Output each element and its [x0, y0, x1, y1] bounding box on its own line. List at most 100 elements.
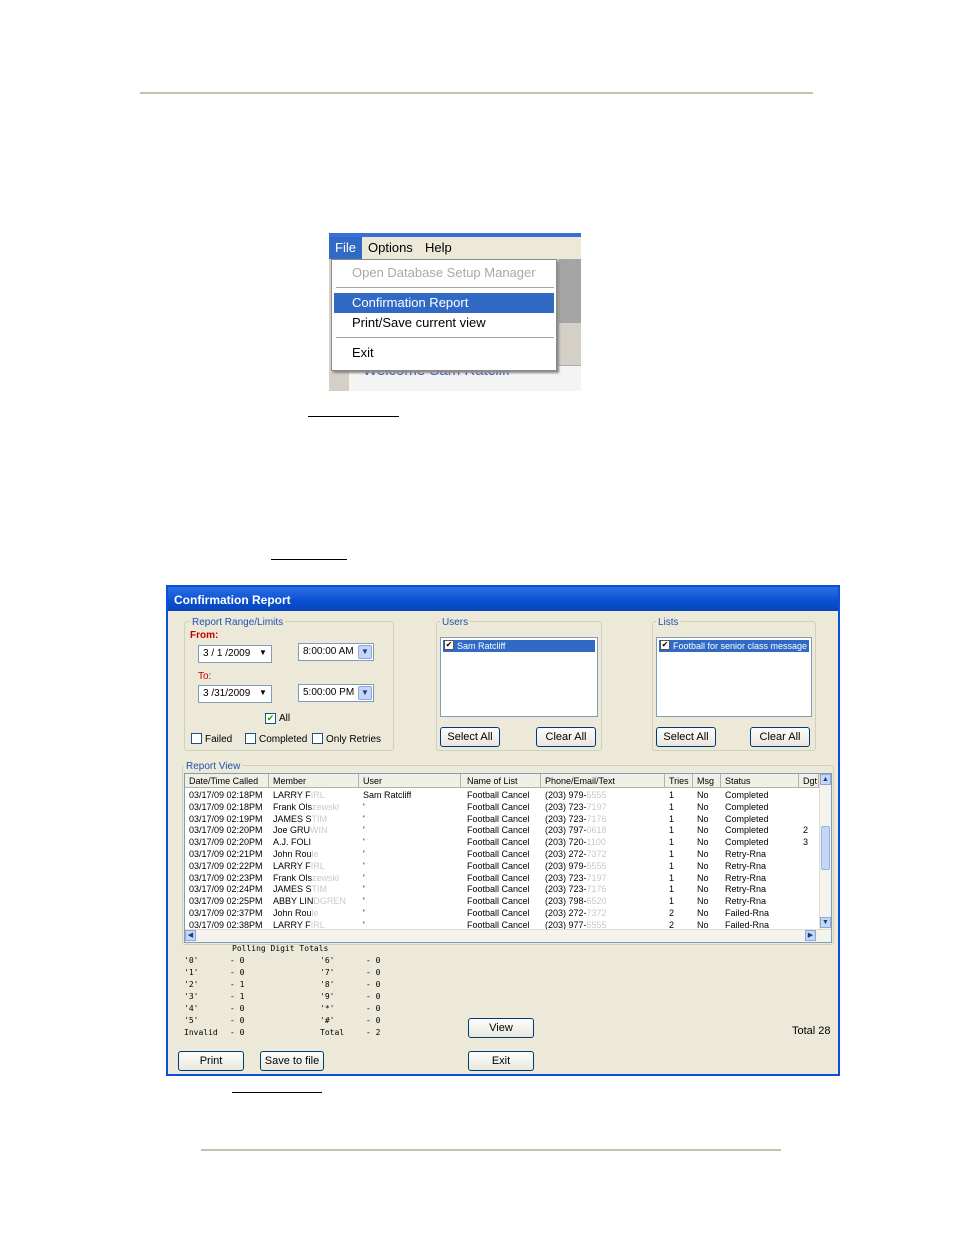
table-cell: Retry-Rna — [725, 895, 766, 907]
column-header[interactable]: Date/Time Called — [185, 774, 269, 788]
table-row[interactable]: 03/17/09 02:22PM LARRY FIRL ' Football Canc… — [185, 860, 819, 872]
menu-item-confirmation-report[interactable]: Confirmation Report — [334, 293, 554, 313]
cell-text: (203) 723- — [545, 872, 587, 883]
cell-text: 1 — [669, 872, 675, 883]
all-checkbox[interactable]: ✔ — [265, 713, 276, 724]
polling-digit-count: - 0 — [230, 1016, 245, 1025]
column-header[interactable]: Phone/Email/Text — [541, 774, 665, 788]
table-row[interactable]: 03/17/09 02:24PM JAMES STIM ' Football Canc… — [185, 883, 819, 895]
users-label: Users — [440, 617, 471, 629]
cell-text-obscured: 7372 — [586, 908, 607, 918]
column-header[interactable]: Dgt — [799, 774, 819, 788]
lists-listbox[interactable]: ✔ Football for senior class message — [656, 637, 812, 717]
dropdown-arrow-icon[interactable]: ▼ — [256, 647, 270, 661]
users-select-all-button[interactable]: Select All — [440, 727, 500, 747]
table-row[interactable]: 03/17/09 02:18PM LARRY FIRL Sam Ratcliff Fo… — [185, 789, 819, 801]
completed-checkbox[interactable] — [245, 733, 256, 744]
dropdown-arrow-icon[interactable]: ▼ — [256, 687, 270, 701]
polling-digit-key: '6' — [320, 956, 335, 965]
cell-text: 2 — [669, 908, 675, 918]
list-list-item[interactable]: ✔ Football for senior class message — [659, 640, 809, 652]
to-time-picker[interactable]: 5:00:00 PM ▼ — [298, 684, 374, 702]
vertical-scrollbar[interactable]: ▲ ▼ — [819, 774, 831, 930]
print-button[interactable]: Print — [178, 1051, 244, 1071]
table-row[interactable]: 03/17/09 02:20PM Joe GRUWIN ' Football Canc… — [185, 824, 819, 836]
menu-item-print-save-current-view[interactable]: Print/Save current view — [334, 313, 554, 333]
dropdown-arrow-icon[interactable]: ▼ — [358, 686, 372, 700]
table-cell: 03/17/09 02:37PM — [189, 907, 263, 919]
failed-checkbox[interactable] — [191, 733, 202, 744]
column-header[interactable]: Status — [721, 774, 799, 788]
table-row[interactable]: 03/17/09 02:18PM Frank Olszewski ' Football… — [185, 801, 819, 813]
view-button[interactable]: View — [468, 1018, 534, 1038]
list-item-checkbox[interactable]: ✔ — [660, 640, 670, 650]
to-date-picker[interactable]: 3 /31/2009 ▼ — [198, 685, 272, 703]
cell-text: ABBY LIN — [273, 896, 314, 907]
table-cell: (203) 797-0618 — [545, 824, 607, 836]
menu-options[interactable]: Options — [362, 237, 419, 259]
only-retries-checkbox[interactable] — [312, 733, 323, 744]
polling-digit-count: - 0 — [366, 968, 381, 977]
from-time-value: 8:00:00 AM — [303, 646, 354, 657]
column-header[interactable]: User — [359, 774, 461, 788]
menu-separator — [336, 337, 554, 338]
caption-underline — [232, 1092, 322, 1093]
report-grid[interactable]: Date/Time Called Member User Name of Lis… — [184, 773, 832, 943]
menu-bar: File Options Help — [329, 237, 581, 259]
save-to-file-button[interactable]: Save to file — [260, 1051, 324, 1071]
from-time-picker[interactable]: 8:00:00 AM ▼ — [298, 643, 374, 661]
scroll-left-icon[interactable]: ◀ — [185, 930, 196, 941]
user-list-item[interactable]: ✔ Sam Ratcliff — [443, 640, 595, 652]
cell-text-obscured: 7197 — [586, 872, 607, 883]
lists-select-all-button[interactable]: Select All — [656, 727, 716, 747]
table-cell: Completed — [725, 813, 769, 825]
table-row[interactable]: 03/17/09 02:21PM John Roule ' Football Canc… — [185, 848, 819, 860]
polling-digit-count: - 0 — [230, 1004, 245, 1013]
table-cell: (203) 723-7176 — [545, 813, 607, 825]
table-row[interactable]: 03/17/09 02:37PM John Roule ' Football Canc… — [185, 907, 819, 919]
cell-text-obscured: TIM — [311, 884, 328, 895]
lists-clear-all-button[interactable]: Clear All — [750, 727, 810, 747]
polling-digit-totals-title: Polling Digit Totals — [232, 944, 329, 953]
table-cell: No — [697, 883, 709, 895]
column-header[interactable]: Tries — [665, 774, 693, 788]
table-cell: 1 — [669, 895, 674, 907]
cell-text: No — [697, 872, 709, 883]
table-cell: Football Cancel — [467, 801, 530, 813]
horizontal-scrollbar[interactable]: ◀ ▶ — [185, 929, 831, 942]
user-item-checkbox[interactable]: ✔ — [444, 640, 454, 650]
table-cell: ' — [363, 883, 365, 895]
cell-text: No — [697, 860, 709, 871]
menu-item-exit[interactable]: Exit — [334, 343, 554, 363]
column-header[interactable]: Msg — [693, 774, 721, 788]
dropdown-arrow-icon[interactable]: ▼ — [358, 645, 372, 659]
cell-text: Retry-Rna — [725, 849, 767, 859]
users-listbox[interactable]: ✔ Sam Ratcliff — [440, 637, 598, 717]
cell-text-obscured: 7372 — [586, 849, 607, 859]
table-row[interactable]: 03/17/09 02:20PM A.J. FOLI ' Football Cance… — [185, 836, 819, 848]
table-cell: JAMES STIM — [273, 883, 327, 895]
scroll-right-icon[interactable]: ▶ — [805, 930, 816, 941]
table-row[interactable]: 03/17/09 02:25PM ABBY LINDGREN ' Football C… — [185, 895, 819, 907]
to-date-value: 3 /31/2009 — [203, 688, 251, 699]
column-header[interactable]: Member — [269, 774, 359, 788]
menu-item-open-database-setup-manager[interactable]: Open Database Setup Manager — [334, 263, 554, 283]
from-date-picker[interactable]: 3 / 1 /2009 ▼ — [198, 645, 272, 663]
column-header[interactable]: Name of List — [463, 774, 541, 788]
exit-button[interactable]: Exit — [468, 1051, 534, 1071]
scroll-down-icon[interactable]: ▼ — [820, 917, 831, 928]
table-row[interactable]: 03/17/09 02:23PM Frank Olszewski ' Football… — [185, 872, 819, 884]
menu-help[interactable]: Help — [419, 237, 458, 259]
cell-text: Completed — [725, 790, 769, 800]
cell-text-obscured: 6520 — [586, 896, 607, 907]
menu-file[interactable]: File — [329, 237, 362, 259]
table-cell: Failed-Rna — [725, 907, 769, 919]
cell-text: Joe GRU — [273, 825, 311, 836]
from-date-value: 3 / 1 /2009 — [203, 648, 251, 659]
cell-text: 03/17/09 02:20PM — [189, 825, 263, 836]
scroll-thumb[interactable] — [821, 826, 830, 870]
users-clear-all-button[interactable]: Clear All — [536, 727, 596, 747]
table-row[interactable]: 03/17/09 02:19PM JAMES STIM ' Football Canc… — [185, 813, 819, 825]
polling-digit-key: '4' — [184, 1004, 199, 1013]
scroll-up-icon[interactable]: ▲ — [820, 774, 831, 785]
